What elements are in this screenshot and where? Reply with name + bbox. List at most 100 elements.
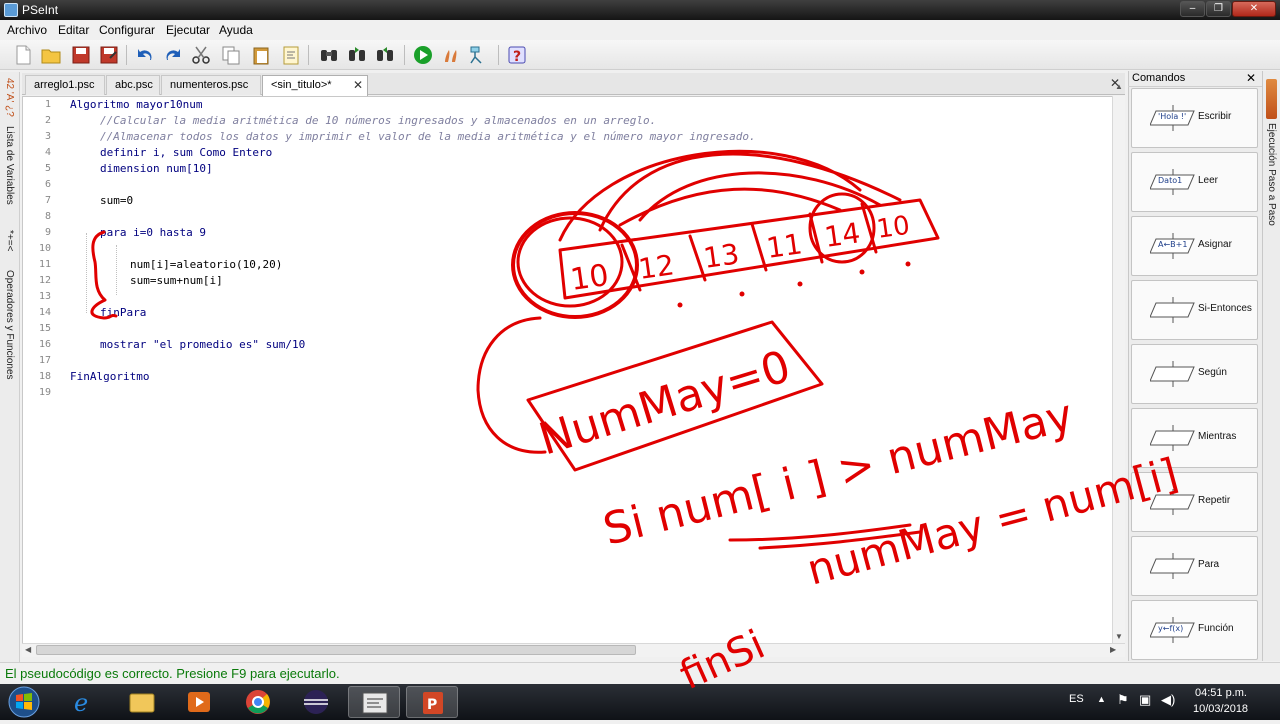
pseint-taskbar-icon[interactable] [348,686,400,718]
step-by-step-icon[interactable] [440,44,462,66]
commands-title: Comandos [1132,72,1186,84]
line-number: 13 [38,291,51,302]
line-number: 12 [38,275,51,286]
command-shape-icon: y←f(x) [1149,617,1196,643]
code-editor[interactable]: 1 2 3 4 5 6 7 8 9 10 11 12 13 14 15 16 17 18 19 Algoritmo … [22,96,1125,644]
toolbar-separator [404,45,405,65]
flowchart-icon[interactable] [468,44,490,66]
tab-arreglo1[interactable]: arreglo1.psc [25,75,105,95]
powerpoint-icon[interactable]: P [406,686,458,718]
tab-abc[interactable]: abc.psc [106,75,160,95]
code-line: Algoritmo mayor10num [70,98,203,111]
menu-editar[interactable]: Editar [58,23,89,37]
internet-explorer-icon[interactable]: e [58,686,110,718]
menu-archivo[interactable]: Archivo [7,23,47,37]
paste-icon[interactable] [250,44,272,66]
line-number: 5 [44,163,51,174]
tab-close-icon[interactable]: ✕ [353,76,363,94]
svg-text:P: P [427,697,437,713]
command-8-button[interactable]: Para [1131,536,1258,596]
save-icon[interactable] [70,44,92,66]
tab-sin-titulo[interactable]: <sin_titulo>* ✕ [262,75,368,96]
menu-bar: Archivo Editar Configurar Ejecutar Ayuda [0,20,1280,40]
eclipse-icon[interactable] [290,686,342,718]
command-label: Mientras [1198,431,1237,442]
line-number: 4 [44,147,51,158]
line-number: 17 [38,355,51,366]
line-number: 18 [38,371,51,382]
operators-panel-tab[interactable]: Operadores y Funciones [4,270,15,380]
open-folder-icon[interactable] [40,44,62,66]
command-label: Si-Entonces [1198,303,1252,314]
code-line: //Almacenar todos los datos y imprimir e… [100,130,756,143]
vertical-scrollbar[interactable]: ▲ ▼ [1112,82,1125,644]
redo-icon[interactable] [162,44,184,66]
run-icon[interactable] [412,44,434,66]
command-2-button[interactable]: Dato1 Leer [1131,152,1258,212]
command-5-button[interactable]: Según [1131,344,1258,404]
step-by-step-panel-tab[interactable]: Ejecución Paso a Paso [1266,123,1277,226]
menu-configurar[interactable]: Configurar [99,23,155,37]
step-panel-icon [1266,79,1277,119]
clock-time[interactable]: 04:51 p.m. [1195,687,1247,699]
left-side-panel: 42 'A' ¿? Lista de Variables *+=< Operad… [0,72,20,662]
app-icon [4,3,18,17]
command-1-button[interactable]: 'Hola !' Escribir [1131,88,1258,148]
code-line: finPara [100,306,147,319]
commands-panel-header: Comandos ✕ [1128,71,1262,87]
media-player-icon[interactable] [174,686,226,718]
replace-icon[interactable] [374,44,396,66]
scroll-up-icon[interactable]: ▲ [1115,82,1123,91]
tab-numenteros[interactable]: numenteros.psc [161,75,261,95]
command-4-button[interactable]: Si-Entonces [1131,280,1258,340]
network-icon[interactable]: ▣ [1139,692,1151,708]
minimize-button[interactable]: ‒ [1180,1,1205,17]
command-6-button[interactable]: Mientras [1131,408,1258,468]
tab-label: abc.psc [115,79,153,91]
line-number: 3 [44,131,51,142]
menu-ejecutar[interactable]: Ejecutar [166,23,210,37]
correct-indent-icon[interactable] [280,44,302,66]
svg-text:e: e [74,689,88,717]
cut-icon[interactable] [190,44,212,66]
variables-panel-tab[interactable]: Lista de Variables [4,126,15,205]
tab-label: arreglo1.psc [34,79,95,91]
command-9-button[interactable]: y←f(x) Función [1131,600,1258,660]
code-line: FinAlgoritmo [70,370,150,383]
action-center-flag-icon[interactable]: ⚑ [1117,692,1129,708]
scroll-right-icon[interactable]: ▶ [1110,645,1116,654]
command-label: Escribir [1198,111,1232,122]
chrome-icon[interactable] [232,686,284,718]
menu-ayuda[interactable]: Ayuda [219,23,253,37]
code-line: sum=0 [100,194,134,207]
close-button[interactable]: ✕ [1232,1,1276,17]
keyboard-language[interactable]: ES [1069,693,1084,705]
find-icon[interactable] [318,44,340,66]
show-hidden-icons-icon[interactable]: ▲ [1097,694,1106,704]
line-number: 16 [38,339,51,350]
file-explorer-icon[interactable] [116,686,168,718]
command-7-button[interactable]: Repetir [1131,472,1258,532]
save-as-icon[interactable] [98,44,120,66]
undo-icon[interactable] [134,44,156,66]
start-button-icon[interactable] [4,685,44,719]
volume-icon[interactable]: ◀) [1161,692,1175,708]
copy-icon[interactable] [220,44,242,66]
operators-icon: *+=< [4,230,15,252]
code-line: definir i, sum Como Entero [100,146,273,159]
maximize-button[interactable]: ❐ [1206,1,1231,17]
commands-close-icon[interactable]: ✕ [1246,71,1256,86]
clock-date[interactable]: 10/03/2018 [1193,703,1248,715]
scroll-left-icon[interactable]: ◀ [25,645,31,654]
command-3-button[interactable]: A←B+1 Asignar [1131,216,1258,276]
code-line: mostrar "el promedio es" sum/10 [100,338,306,351]
status-message: El pseudocódigo es correcto. Presione F9… [5,666,340,681]
help-icon[interactable]: ? [506,44,528,66]
line-number: 10 [38,243,51,254]
horizontal-scroll-thumb[interactable] [36,645,636,655]
line-number: 19 [38,387,51,398]
find-next-icon[interactable] [346,44,368,66]
scroll-down-icon[interactable]: ▼ [1115,632,1123,641]
new-file-icon[interactable] [12,44,34,66]
line-number: 7 [44,195,51,206]
